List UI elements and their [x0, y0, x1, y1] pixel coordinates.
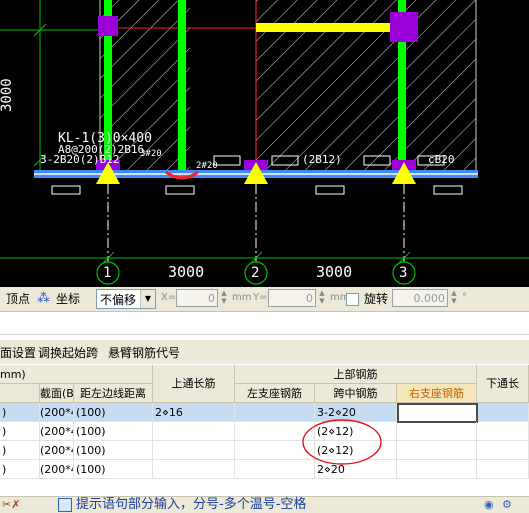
table-cell[interactable]: (100) [74, 403, 153, 422]
header-left-edge-distance[interactable]: 距左边线距离 [74, 384, 153, 403]
table-cell[interactable] [397, 422, 477, 441]
x-label: X= [161, 292, 177, 303]
table-cell[interactable] [397, 460, 477, 479]
header-mid-span[interactable]: 跨中钢筋 [315, 384, 397, 403]
header-top-long-bar[interactable]: 上通长筋 [153, 365, 235, 403]
grid-icon[interactable] [58, 498, 72, 512]
table-cell[interactable]: 2⋄16 [153, 403, 235, 422]
rotate-checkbox[interactable] [346, 293, 359, 306]
status-bar: ✂✗ 提示语句部分输入，分号-多个温号-空格 ◉ ⚙ [0, 496, 529, 513]
table-cell[interactable]: (200*400) [40, 441, 74, 460]
table-cell[interactable] [153, 441, 235, 460]
x-unit: mm [232, 292, 252, 303]
menu-item-swap-start-span[interactable]: 调换起始跨 [38, 344, 98, 361]
header-right-support[interactable]: 右支座钢筋 [397, 384, 477, 403]
menu-item-cantilever-code[interactable]: 悬臂钢筋代号 [108, 344, 180, 361]
chevron-down-icon[interactable]: ▼ [140, 290, 155, 308]
table-cell[interactable]: ) [0, 422, 40, 441]
table-cell[interactable]: (100) [74, 441, 153, 460]
node-purple-2 [390, 12, 418, 42]
table-menubar: 面设置 调换起始跨 悬臂钢筋代号 [0, 340, 529, 364]
table-cell[interactable] [477, 441, 529, 460]
offset-mode-value: 不偏移 [100, 293, 137, 307]
degree-unit: ° [462, 292, 467, 303]
active-cell-editor[interactable] [397, 403, 478, 423]
header-group-top-rebar: 上部钢筋 [235, 365, 477, 384]
table-cell[interactable]: (100) [74, 460, 153, 479]
beam-label-line3: 3-2B20(2)B12 [40, 153, 120, 166]
table-cell[interactable]: ) [0, 441, 40, 460]
axis-label-3: 3 [399, 265, 408, 281]
span-dimension-2: 3000 [316, 263, 353, 281]
annotation-ellipse [302, 419, 382, 465]
rotate-angle-input[interactable]: 0.000 [392, 289, 448, 307]
header-group-left: mm) [0, 365, 153, 384]
blank-panel [0, 312, 529, 335]
rebar-table: mm) 截面(B*H) 距左边线距离 上通长筋 上部钢筋 左支座钢筋 跨中钢筋 … [0, 365, 529, 485]
span-mark-1: (2B12) [302, 153, 342, 166]
vertex-snap-button[interactable]: 顶点 [6, 291, 30, 307]
y-spinner-icon[interactable]: ▲ ▼ [317, 289, 327, 307]
table-cell[interactable] [397, 441, 477, 460]
x-spinner-icon[interactable]: ▲ ▼ [219, 289, 229, 307]
table-cell[interactable]: ) [0, 460, 40, 479]
table-cell[interactable] [477, 403, 529, 422]
axis-label-2: 2 [251, 265, 260, 281]
offset-mode-select[interactable]: 不偏移 ▼ [96, 289, 156, 309]
table-cell[interactable]: (100) [74, 422, 153, 441]
dimension-vertical: 3000 [0, 78, 15, 112]
coordinate-snap-button[interactable]: 坐标 [56, 291, 80, 307]
snap-toolbar: 顶点 ⁂ 坐标 不偏移 ▼ X= 0 ▲ ▼ mm Y= 0 ▲ ▼ mm 旋转 0… [0, 287, 529, 312]
y-offset-input[interactable]: 0 [268, 289, 316, 307]
table-cell[interactable]: ) [0, 403, 40, 422]
span-mark-3: 2#20 [196, 161, 218, 171]
beam-yellow [256, 23, 392, 32]
drawing-canvas[interactable]: 3000 KL-1(3)0×400 A8@200(2)2B16 3-2B20(2… [0, 0, 529, 287]
rotate-spinner-icon[interactable]: ▲ ▼ [449, 289, 459, 307]
table-cell[interactable] [153, 460, 235, 479]
menu-item-face-settings[interactable]: 面设置 [0, 344, 36, 361]
span-dimension-1: 3000 [168, 263, 205, 281]
axis-label-1: 1 [103, 265, 112, 281]
table-cell[interactable]: (200*400) [40, 422, 74, 441]
node-purple-1 [98, 16, 118, 36]
status-prompt: 提示语句部分输入，分号-多个温号-空格 [76, 497, 307, 512]
header-section[interactable]: 截面(B*H) [40, 384, 74, 403]
settings-icon[interactable]: ⚙ [502, 498, 512, 511]
x-offset-input[interactable]: 0 [176, 289, 218, 307]
table-cell[interactable]: (200*400) [40, 403, 74, 422]
coordinate-icon: ⁂ [37, 291, 50, 306]
tools-icon[interactable]: ✂✗ [2, 498, 20, 511]
table-cell[interactable] [477, 460, 529, 479]
table-cell[interactable] [477, 422, 529, 441]
table-cell[interactable]: (200*400) [40, 460, 74, 479]
header-left-support[interactable]: 左支座钢筋 [235, 384, 315, 403]
rotate-label: 旋转 [364, 292, 389, 306]
y-label: Y= [253, 292, 268, 303]
table-cell[interactable] [153, 422, 235, 441]
user-icon[interactable]: ◉ [484, 498, 494, 511]
column-green-2 [178, 0, 186, 172]
span-mark-2: cB20 [428, 153, 455, 166]
span-mark-4: 3#20 [140, 149, 162, 159]
header-bottom-long[interactable]: 下通长 [477, 365, 529, 403]
